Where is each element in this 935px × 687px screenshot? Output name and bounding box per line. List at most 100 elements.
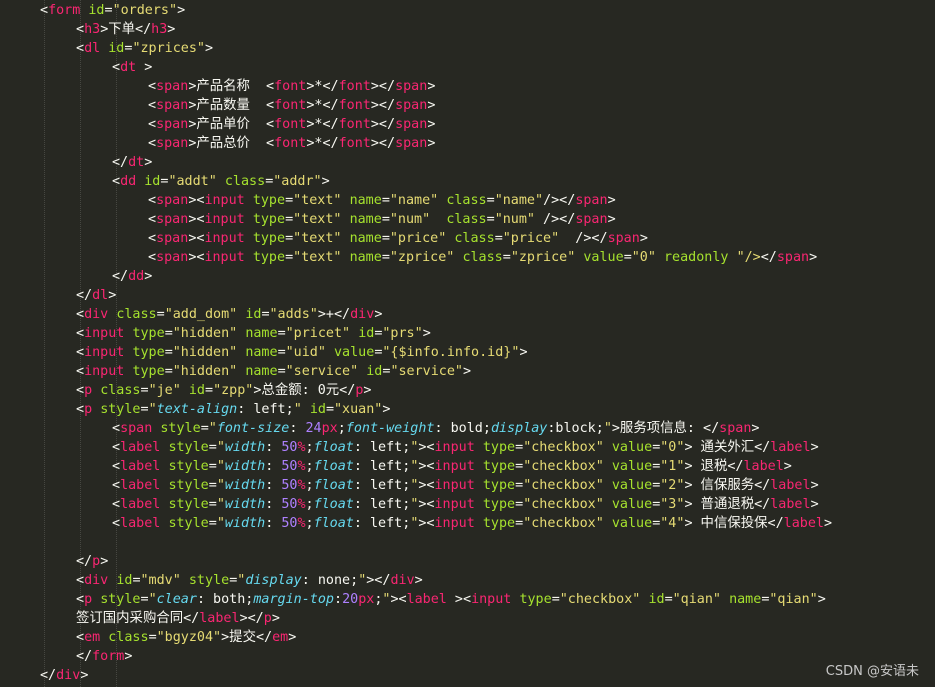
code-token: = xyxy=(285,250,294,265)
code-token: "zprice" xyxy=(510,250,576,265)
code-token: < xyxy=(148,136,157,151)
code-token: span xyxy=(120,421,153,436)
code-token: < xyxy=(76,41,85,56)
code-token: < xyxy=(148,212,157,227)
code-token: "bgyz04" xyxy=(156,630,222,645)
code-line[interactable]: <dt > xyxy=(112,58,152,77)
code-line[interactable]: <em class="bgyz04">提交</em> xyxy=(76,628,296,647)
code-line[interactable]: <p class="je" id="zpp">总金额: 0元</p> xyxy=(76,381,371,400)
code-token: ; xyxy=(305,497,314,512)
code-line[interactable]: 签订国内采购合同</label></p> xyxy=(76,609,280,628)
code-token: id xyxy=(245,307,262,322)
code-token: id xyxy=(358,326,375,341)
code-line[interactable]: <span>产品总价 <font>*</font></span> xyxy=(148,134,435,153)
code-line[interactable]: <dl id="zprices"> xyxy=(76,39,213,58)
code-token: font xyxy=(274,98,307,113)
code-token: font xyxy=(274,136,307,151)
code-line[interactable]: <label style="width: 50%;float: left;"><… xyxy=(112,476,819,495)
code-token: "num" xyxy=(494,212,535,227)
code-token: label xyxy=(120,440,161,455)
code-token: input xyxy=(204,212,245,227)
code-token: < xyxy=(112,421,121,436)
code-token: > xyxy=(321,174,330,189)
code-line[interactable]: <span><input type="text" name="price" cl… xyxy=(148,229,648,248)
code-line[interactable]: </dl> xyxy=(76,286,116,305)
code-token: "checkbox" xyxy=(559,592,641,607)
code-line[interactable]: <p style="text-align: left;" id="xuan"> xyxy=(76,400,390,419)
code-line[interactable]: <span style="font-size: 24px;font-weight… xyxy=(112,419,759,438)
code-token: < xyxy=(112,459,121,474)
code-token: = xyxy=(486,212,495,227)
code-line[interactable]: <input type="hidden" name="service" id="… xyxy=(76,362,471,381)
code-token: ></ xyxy=(370,117,396,132)
code-token: > 通关外汇</ xyxy=(684,440,771,455)
code-token: input xyxy=(84,345,125,360)
code-token: < xyxy=(148,193,157,208)
code-line[interactable]: </dd> xyxy=(112,267,152,286)
code-token: " xyxy=(216,459,225,474)
code-line[interactable]: <label style="width: 50%;float: left;"><… xyxy=(112,457,792,476)
code-line[interactable]: </div> xyxy=(40,666,88,685)
code-token: "name" xyxy=(494,193,544,208)
code-line[interactable]: <p style="clear: both;margin-top:20px;">… xyxy=(76,590,826,609)
code-token: >产品总价 < xyxy=(188,136,275,151)
code-token: = xyxy=(515,459,524,474)
code-token: style xyxy=(160,421,201,436)
code-line[interactable]: <span><input type="text" name="name" cla… xyxy=(148,191,616,210)
code-token: "uid" xyxy=(285,345,326,360)
code-token: p xyxy=(84,402,93,417)
code-line[interactable]: <span><input type="text" name="zprice" c… xyxy=(148,248,817,267)
code-line[interactable]: <dd id="addt" class="addr"> xyxy=(112,172,330,191)
code-token: = xyxy=(104,3,113,18)
code-line[interactable]: <label style="width: 50%;float: left;"><… xyxy=(112,514,832,533)
code-line[interactable]: </dt> xyxy=(112,153,152,172)
code-line[interactable]: </form> xyxy=(76,647,132,666)
code-token: input xyxy=(434,459,475,474)
code-token: class xyxy=(446,212,487,227)
code-token: style xyxy=(168,478,209,493)
code-token: "zpp" xyxy=(213,383,254,398)
code-line[interactable]: <div class="add_dom" id="adds">+</div> xyxy=(76,305,382,324)
code-line[interactable]: <span><input type="text" name="num" clas… xyxy=(148,210,616,229)
code-token: "addt" xyxy=(168,174,217,189)
code-token: font xyxy=(338,98,371,113)
code-token: style xyxy=(188,573,230,588)
code-token: > xyxy=(288,630,297,645)
code-line[interactable]: </p> xyxy=(76,552,108,571)
code-line[interactable]: <input type="hidden" name="uid" value="{… xyxy=(76,343,528,362)
code-token: </ xyxy=(76,288,93,303)
code-line[interactable]: <div id="mdv" style="display: none;"></d… xyxy=(76,571,423,590)
code-token: : left; xyxy=(353,516,411,531)
code-token: value xyxy=(583,250,624,265)
code-line[interactable]: <label style="width: 50%;float: left;"><… xyxy=(112,495,819,514)
code-token: id xyxy=(144,174,161,189)
code-token: >产品单价 < xyxy=(188,117,275,132)
code-line[interactable]: <input type="hidden" name="pricet" id="p… xyxy=(76,324,431,343)
code-token: > xyxy=(124,649,133,664)
code-line[interactable]: <span>产品单价 <font>*</font></span> xyxy=(148,115,435,134)
code-token: span xyxy=(156,231,189,246)
code-token: class xyxy=(224,174,266,189)
code-editor[interactable]: <form id="orders"> <h3>下单</h3> <dl id="zpr… xyxy=(0,0,935,687)
code-line[interactable]: <span>产品数量 <font>*</font></span> xyxy=(148,96,435,115)
code-line[interactable]: <form id="orders"> xyxy=(40,1,185,20)
code-token: span xyxy=(607,231,640,246)
code-token: > xyxy=(810,497,819,512)
code-line[interactable]: <span>产品名称 <font>*</font></span> xyxy=(148,77,435,96)
code-token: ></ xyxy=(366,573,391,588)
code-token: type xyxy=(482,497,516,512)
code-token: >< xyxy=(418,459,435,474)
code-line[interactable]: <label style="width: 50%;float: left;"><… xyxy=(112,438,819,457)
code-token: </ xyxy=(76,649,93,664)
code-token: = xyxy=(381,193,390,208)
code-token: p xyxy=(263,611,272,626)
code-line[interactable]: <h3>下单</h3> xyxy=(76,20,175,39)
code-token: "qian" xyxy=(769,592,818,607)
